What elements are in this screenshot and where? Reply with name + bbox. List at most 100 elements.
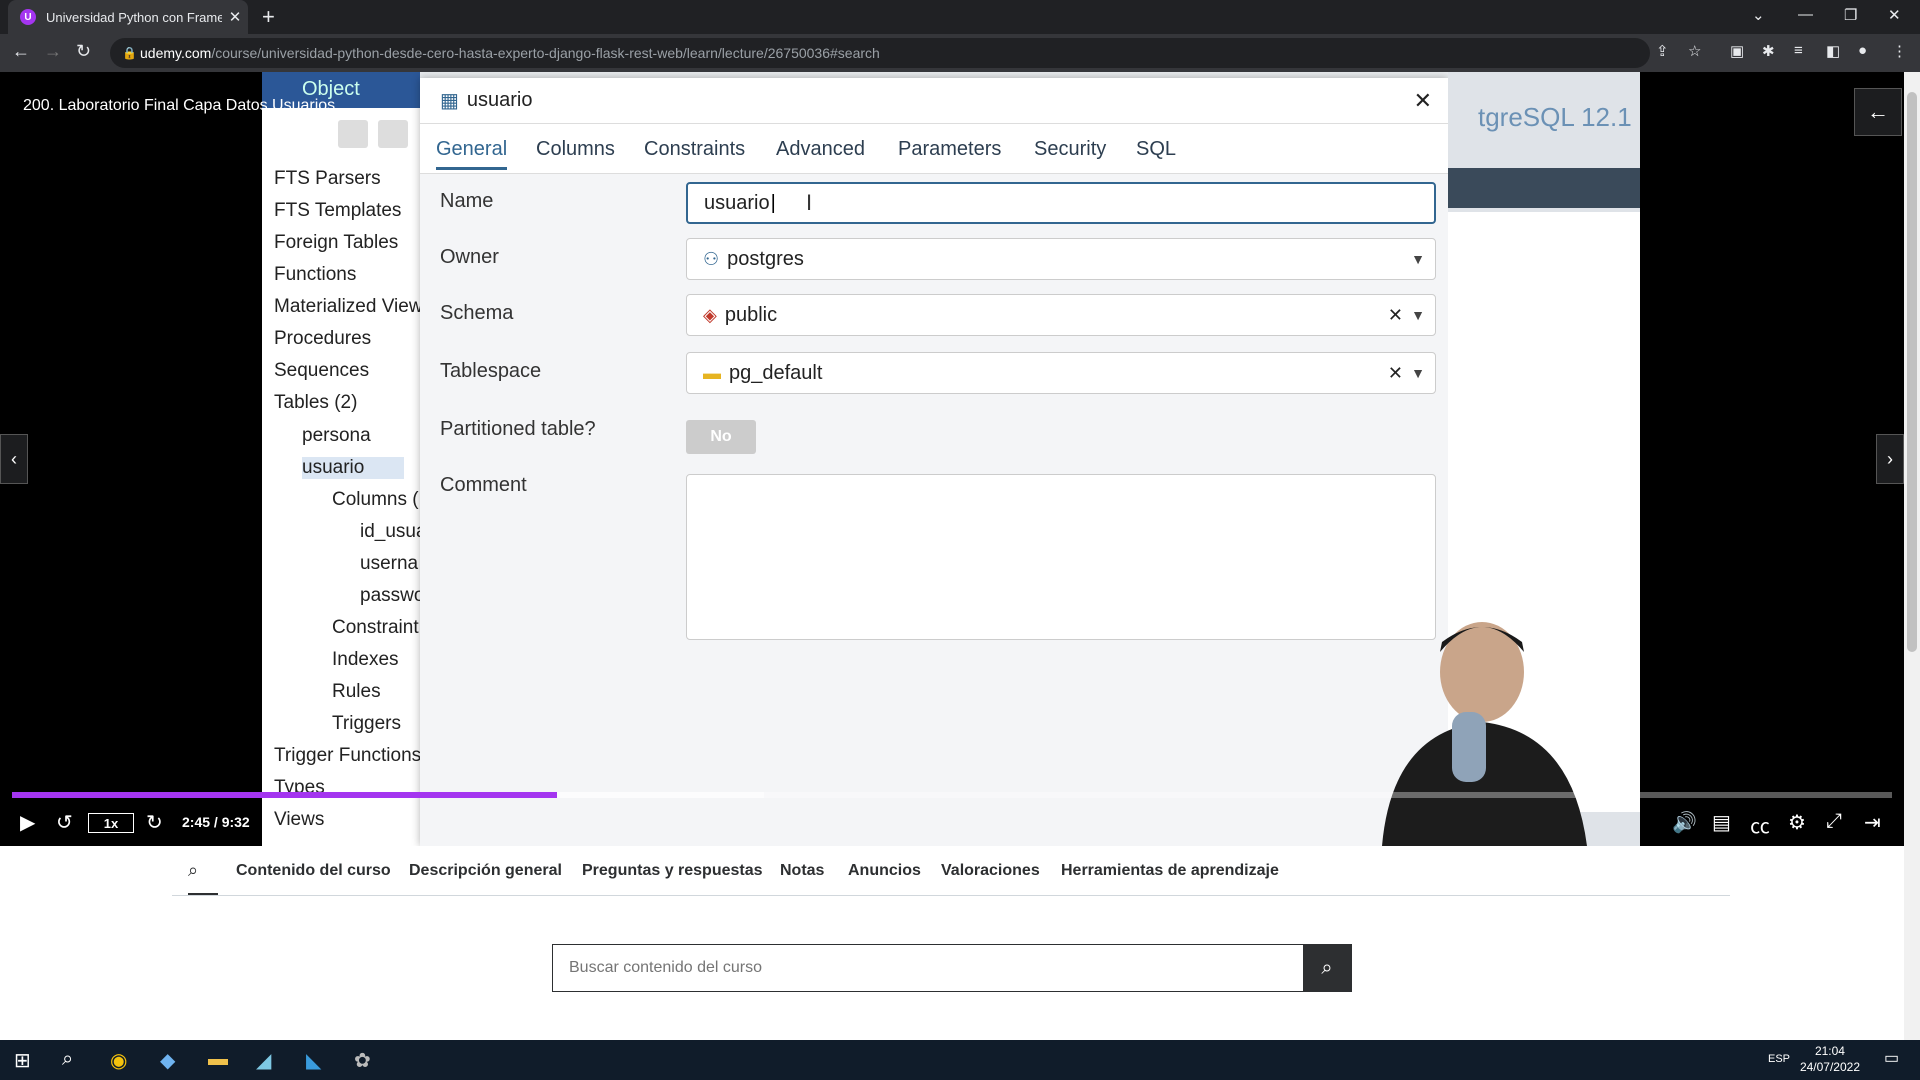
settings-gear-icon[interactable]: ⚙ [1788, 810, 1806, 835]
collapse-sidebar-button[interactable]: ← [1854, 88, 1902, 136]
page-scrollbar[interactable] [1904, 72, 1920, 1040]
captions-icon[interactable]: ㏄ [1750, 810, 1770, 839]
schema-value: public [724, 303, 778, 326]
forward-skip-icon[interactable]: ↻ [146, 810, 163, 835]
comment-textarea[interactable] [686, 474, 1436, 640]
scrollbar-thumb[interactable] [1907, 92, 1917, 652]
tab-preguntas[interactable]: Preguntas y respuestas [582, 862, 763, 880]
url-field[interactable]: 🔒 udemy.com/course/universidad-python-de… [110, 38, 1650, 68]
forward-icon[interactable]: → [44, 41, 62, 62]
new-tab-icon[interactable]: + [262, 4, 275, 30]
tab-herramientas[interactable]: Herramientas de aprendizaje [1061, 862, 1279, 880]
video-controls: ▶ ↺ ↻ 🔊 ▤ ㏄ ⚙ ⤢ ⇥ [0, 800, 1920, 846]
dialog-close-icon[interactable]: ✕ [1414, 88, 1432, 114]
tree-item-functions: Functions [274, 264, 357, 285]
app-icon[interactable]: ◢ [256, 1048, 271, 1073]
tree-item-columns: Columns ( [332, 489, 419, 510]
back-icon[interactable]: ← [12, 41, 30, 62]
tree-item-materialized-views: Materialized View [274, 296, 423, 317]
reload-icon[interactable]: ↻ [76, 41, 91, 62]
playback-speed-button[interactable]: 1x [88, 813, 134, 833]
extensions-icon[interactable]: ✱ [1762, 42, 1775, 60]
exit-expanded-icon[interactable]: ⇥ [1864, 810, 1881, 835]
pgadmin-watermark: tgreSQL 12.1 [1478, 102, 1632, 132]
language-indicator[interactable]: ESP [1768, 1053, 1790, 1065]
side-panel-icon[interactable]: ◧ [1826, 42, 1840, 60]
tab-general[interactable]: General [436, 138, 508, 170]
table-properties-dialog: ▦ usuario ✕ General Columns Constraints … [420, 78, 1448, 846]
vscode-icon[interactable]: ◣ [306, 1048, 321, 1073]
rewind-icon[interactable]: ↺ [56, 810, 73, 835]
name-input[interactable]: usuario | Ι [686, 182, 1436, 224]
fullscreen-icon[interactable]: ⤢ [1826, 810, 1842, 833]
tab-contenido[interactable]: Contenido del curso [236, 862, 391, 880]
search-button[interactable]: ⌕ [1303, 945, 1351, 991]
name-value: usuario [704, 191, 770, 214]
play-icon[interactable]: ▶ [20, 810, 35, 835]
chrome-icon[interactable]: ◉ [110, 1048, 127, 1073]
tree-item-sequences: Sequences [274, 360, 370, 381]
app-icon[interactable]: ◆ [160, 1048, 175, 1073]
course-search: ⌕ [552, 944, 1352, 992]
browser-tab[interactable]: U Universidad Python con Framew ✕ [8, 0, 248, 34]
search-icon: ⌕ [1321, 956, 1333, 979]
owner-select[interactable]: ⚇ postgres ▼ [686, 238, 1436, 280]
close-tab-icon[interactable]: ✕ [222, 8, 248, 26]
restore-icon[interactable]: ❐ [1844, 6, 1857, 24]
bookmark-star-icon[interactable]: ☆ [1688, 42, 1701, 60]
tablespace-label: Tablespace [440, 360, 542, 382]
course-search-input[interactable] [553, 945, 1303, 991]
tab-security[interactable]: Security [1034, 138, 1106, 161]
browser-tab-bar: U Universidad Python con Framew ✕ + ⌄ — … [0, 0, 1920, 34]
tree-item-fts-parsers: FTS Parsers [274, 168, 381, 189]
tab-descripcion[interactable]: Descripción general [409, 862, 562, 880]
tab-columns[interactable]: Columns [536, 138, 615, 161]
previous-lecture-button[interactable]: ‹ [0, 434, 28, 484]
close-window-icon[interactable]: ✕ [1888, 6, 1901, 24]
minimize-icon[interactable]: — [1798, 6, 1813, 23]
profile-avatar-icon[interactable]: ● [1858, 42, 1867, 59]
tree-item-password: passwo [360, 585, 425, 606]
chevron-down-icon[interactable]: ▼ [1411, 307, 1425, 323]
toolbar-strip [1448, 168, 1640, 208]
tab-search-icon[interactable]: ⌄ [1752, 6, 1765, 24]
tree-item-trigger-functions: Trigger Functions [274, 745, 422, 766]
pgadmin-icon[interactable]: ✿ [354, 1048, 371, 1073]
db-tool-icon [338, 120, 368, 148]
next-lecture-button[interactable]: › [1876, 434, 1904, 484]
volume-icon[interactable]: 🔊 [1672, 810, 1697, 835]
comment-label: Comment [440, 474, 527, 496]
system-clock[interactable]: 21:04 24/07/2022 [1800, 1043, 1860, 1075]
share-icon[interactable]: ⇪ [1656, 42, 1669, 60]
transcript-icon[interactable]: ▤ [1712, 810, 1731, 835]
tablespace-select[interactable]: ▬ pg_default ✕ ▼ [686, 352, 1436, 394]
taskbar-search-icon[interactable]: ⌕ [62, 1048, 73, 1071]
tab-notas[interactable]: Notas [780, 862, 824, 880]
file-explorer-icon[interactable]: ▬ [208, 1048, 228, 1071]
tab-anuncios[interactable]: Anuncios [848, 862, 921, 880]
tablespace-value: pg_default [729, 361, 823, 384]
active-tab-underline [188, 893, 218, 895]
tree-item-triggers: Triggers [332, 713, 401, 734]
tree-item-username: userna [360, 553, 419, 574]
url-domain: udemy.com [140, 45, 212, 61]
schema-select[interactable]: ◈ public ✕ ▼ [686, 294, 1436, 336]
chevron-down-icon[interactable]: ▼ [1411, 365, 1425, 381]
tab-parameters[interactable]: Parameters [898, 138, 1001, 161]
media-control-icon[interactable]: ≡ [1794, 42, 1803, 59]
cast-icon[interactable]: ▣ [1730, 42, 1744, 60]
clear-icon[interactable]: ✕ [1388, 305, 1403, 326]
tab-constraints[interactable]: Constraints [644, 138, 745, 161]
windows-start-icon[interactable]: ⊞ [14, 1048, 31, 1073]
chevron-down-icon[interactable]: ▼ [1411, 251, 1425, 267]
clear-icon[interactable]: ✕ [1388, 363, 1403, 384]
partitioned-toggle[interactable]: No [686, 420, 756, 454]
tab-valoraciones[interactable]: Valoraciones [941, 862, 1040, 880]
tab-advanced[interactable]: Advanced [776, 138, 865, 161]
notifications-icon[interactable]: ▭ [1884, 1048, 1899, 1068]
text-cursor-icon: | [770, 191, 776, 214]
tab-sql[interactable]: SQL [1136, 138, 1176, 161]
browser-menu-icon[interactable]: ⋮ [1892, 42, 1907, 60]
video-progress-bar[interactable] [12, 792, 1892, 798]
search-icon[interactable]: ⌕ [188, 860, 198, 881]
